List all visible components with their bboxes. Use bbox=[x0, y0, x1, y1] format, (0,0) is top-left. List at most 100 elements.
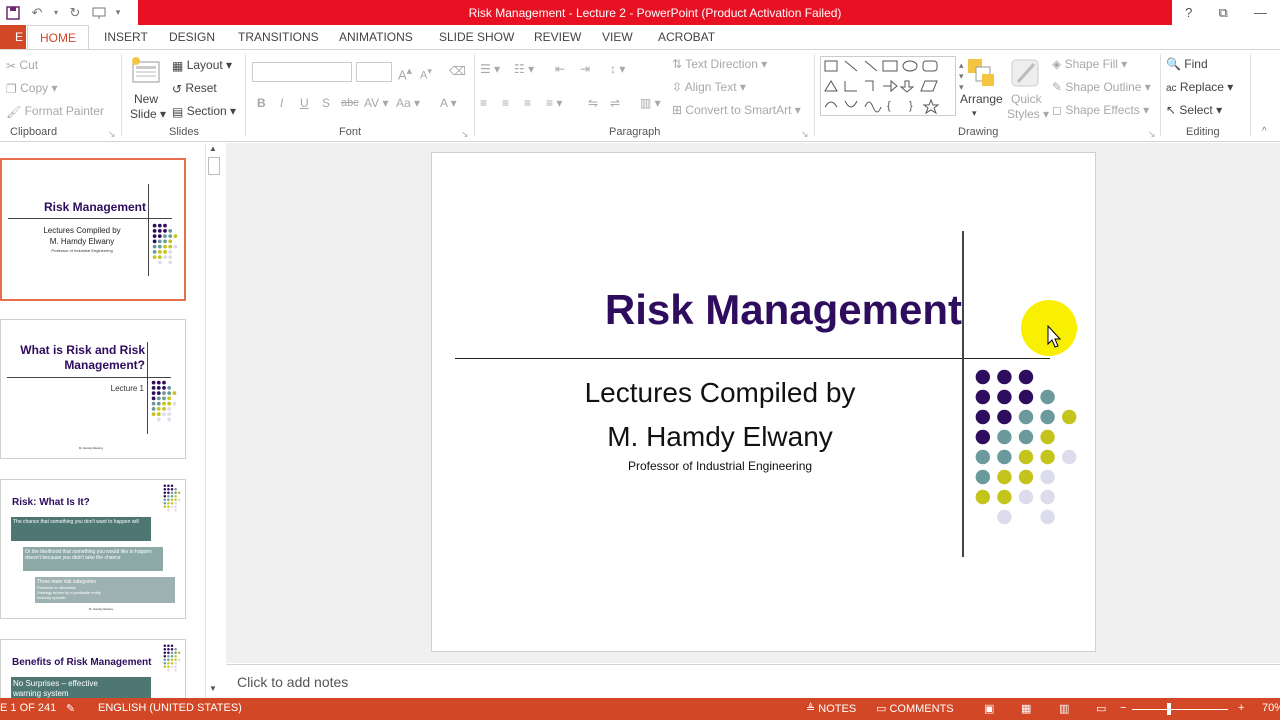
chevron-down-icon[interactable]: ▾ bbox=[52, 4, 60, 22]
undo-icon[interactable]: ↶ bbox=[28, 4, 46, 22]
tab-home[interactable]: HOME bbox=[27, 25, 89, 50]
shapes-gallery[interactable]: {} bbox=[820, 56, 956, 116]
quick-styles-button[interactable] bbox=[1008, 56, 1044, 93]
find-button[interactable]: 🔍 Find bbox=[1166, 57, 1208, 71]
font-size-box[interactable] bbox=[356, 62, 392, 82]
clear-formatting-icon[interactable]: ⌫ bbox=[449, 64, 466, 78]
change-case-button[interactable]: Aa ▾ bbox=[396, 96, 420, 110]
slide-title[interactable]: Risk Management bbox=[532, 285, 962, 335]
underline-button[interactable]: U bbox=[300, 96, 309, 110]
dialog-launcher-icon[interactable]: ↘ bbox=[1148, 129, 1156, 140]
increase-indent-icon[interactable]: ⇥ bbox=[580, 62, 590, 76]
tab-transitions[interactable]: TRANSITIONS bbox=[238, 25, 319, 49]
zoom-out-icon[interactable]: − bbox=[1120, 702, 1126, 714]
bold-button[interactable]: B bbox=[257, 96, 266, 110]
align-center-icon[interactable]: ≡ bbox=[502, 96, 509, 110]
text-direction-button[interactable]: ⇅ Text Direction ▾ bbox=[672, 57, 767, 71]
comments-button[interactable]: ▭ COMMENTS bbox=[876, 702, 954, 715]
notes-pane[interactable]: Click to add notes bbox=[226, 664, 1280, 698]
copy-button[interactable]: ❐ Copy ▾ bbox=[6, 81, 57, 96]
tab-acrobat[interactable]: ACROBAT bbox=[658, 25, 715, 49]
strikethrough-button[interactable]: abc bbox=[341, 97, 359, 109]
reading-view-icon[interactable]: ▥ bbox=[1059, 702, 1069, 715]
bullets-icon[interactable]: ☰ ▾ bbox=[480, 62, 500, 76]
collapse-ribbon-icon[interactable]: ^ bbox=[1262, 126, 1267, 137]
scroll-down-icon[interactable]: ▼ bbox=[209, 684, 217, 693]
align-left-icon[interactable]: ≡ bbox=[480, 96, 487, 110]
reset-button[interactable]: ↺ Reset bbox=[172, 81, 217, 96]
arrange-button[interactable] bbox=[962, 56, 1000, 93]
dialog-launcher-icon[interactable]: ↘ bbox=[461, 129, 469, 140]
slide-thumbnail-3[interactable]: Risk: What Is It? The chance that someth… bbox=[0, 479, 186, 619]
start-presentation-icon[interactable] bbox=[90, 4, 108, 22]
shape-outline-button[interactable]: ✎ Shape Outline ▾ bbox=[1052, 80, 1151, 94]
language-indicator[interactable]: ENGLISH (UNITED STATES) bbox=[98, 702, 242, 714]
rtl-icon[interactable]: ⇋ bbox=[588, 96, 598, 110]
save-icon[interactable] bbox=[4, 4, 22, 22]
shadow-button[interactable]: S bbox=[322, 96, 330, 110]
ribbon-display-icon[interactable]: ⧉ bbox=[1218, 5, 1227, 21]
slideshow-view-icon[interactable]: ▭ bbox=[1096, 702, 1106, 715]
scroll-up-icon[interactable]: ▲ bbox=[209, 144, 217, 153]
new-slide-button[interactable] bbox=[130, 56, 162, 87]
slide-subtitle-line1[interactable]: Lectures Compiled by bbox=[520, 377, 920, 409]
paint-bucket-icon: ◈ bbox=[1052, 57, 1062, 71]
line-spacing-icon[interactable]: ↕ ▾ bbox=[610, 62, 625, 76]
slide-subtitle-line2[interactable]: M. Hamdy Elwany bbox=[520, 421, 920, 453]
cut-button[interactable]: ✂ Cut bbox=[6, 58, 38, 73]
slide-thumbnail-2[interactable]: What is Risk and Risk Management? Lecture… bbox=[0, 319, 186, 459]
tab-review[interactable]: REVIEW bbox=[534, 25, 581, 49]
format-painter-button[interactable]: 🖌 Format Painter bbox=[6, 104, 104, 119]
tab-animations[interactable]: ANIMATIONS bbox=[339, 25, 413, 49]
notes-placeholder[interactable]: Click to add notes bbox=[237, 674, 348, 690]
decorative-dot bbox=[168, 260, 173, 265]
slide-subtitle-line3[interactable]: Professor of Industrial Engineering bbox=[520, 459, 920, 473]
slide-canvas[interactable]: Risk Management Lectures Compiled by M. … bbox=[431, 152, 1096, 652]
zoom-in-icon[interactable]: + bbox=[1238, 702, 1244, 714]
slide-thumbnail-1[interactable]: Risk Management Lectures Compiled by M. … bbox=[0, 158, 186, 301]
tab-file[interactable]: E bbox=[0, 25, 26, 49]
scrollbar-thumb[interactable] bbox=[208, 157, 220, 175]
decorative-dot bbox=[975, 469, 990, 485]
zoom-level[interactable]: 70% bbox=[1262, 702, 1280, 714]
spellcheck-icon[interactable]: ✎ bbox=[66, 702, 75, 715]
normal-view-icon[interactable]: ▣ bbox=[984, 702, 994, 715]
numbering-icon[interactable]: ☷ ▾ bbox=[514, 62, 534, 76]
character-spacing-button[interactable]: AV ▾ bbox=[364, 96, 388, 110]
zoom-slider-thumb[interactable] bbox=[1167, 703, 1171, 715]
dialog-launcher-icon[interactable]: ↘ bbox=[108, 129, 116, 140]
tab-design[interactable]: DESIGN bbox=[169, 25, 215, 49]
notes-button[interactable]: ≜ NOTES bbox=[806, 702, 856, 715]
font-color-button[interactable]: A ▾ bbox=[440, 96, 457, 110]
panel-scrollbar[interactable]: ▲ ▼ bbox=[205, 143, 221, 698]
slide-thumbnail-4[interactable]: Benefits of Risk Management No Surprises… bbox=[0, 639, 186, 699]
shrink-font-button[interactable]: A▾ bbox=[420, 66, 432, 82]
shape-effects-button[interactable]: ◻ Shape Effects ▾ bbox=[1052, 103, 1149, 117]
zoom-slider-track[interactable] bbox=[1132, 709, 1228, 710]
tab-view[interactable]: VIEW bbox=[602, 25, 633, 49]
tab-slide-show[interactable]: SLIDE SHOW bbox=[439, 25, 514, 49]
minimize-icon[interactable]: — bbox=[1254, 5, 1267, 20]
italic-button[interactable]: I bbox=[280, 96, 283, 110]
slide-sorter-icon[interactable]: ▦ bbox=[1021, 702, 1031, 715]
section-button[interactable]: ▤ Section ▾ bbox=[172, 104, 236, 119]
ltr-icon[interactable]: ⇌ bbox=[610, 96, 620, 110]
align-right-icon[interactable]: ≡ bbox=[524, 96, 531, 110]
replace-button[interactable]: ac Replace ▾ bbox=[1166, 80, 1233, 94]
grow-font-button[interactable]: A▴ bbox=[398, 64, 412, 82]
justify-icon[interactable]: ≡ ▾ bbox=[546, 96, 562, 110]
font-name-box[interactable] bbox=[252, 62, 352, 82]
layout-button[interactable]: ▦ Layout ▾ bbox=[172, 58, 232, 73]
dialog-launcher-icon[interactable]: ↘ bbox=[801, 129, 809, 140]
align-text-button[interactable]: ⇳ Align Text ▾ bbox=[672, 80, 746, 94]
tab-insert[interactable]: INSERT bbox=[104, 25, 148, 49]
decrease-indent-icon[interactable]: ⇤ bbox=[555, 62, 565, 76]
smartart-button[interactable]: ⊞ Convert to SmartArt ▾ bbox=[672, 103, 801, 117]
shape-fill-button[interactable]: ◈ Shape Fill ▾ bbox=[1052, 57, 1127, 71]
redo-icon[interactable]: ↻ bbox=[66, 4, 84, 22]
decorative-dot bbox=[174, 494, 177, 498]
customize-qat-icon[interactable]: ▾ bbox=[114, 4, 122, 22]
help-icon[interactable]: ? bbox=[1185, 5, 1192, 20]
select-button[interactable]: ↖ Select ▾ bbox=[1166, 103, 1222, 117]
columns-icon[interactable]: ▥ ▾ bbox=[640, 96, 661, 110]
